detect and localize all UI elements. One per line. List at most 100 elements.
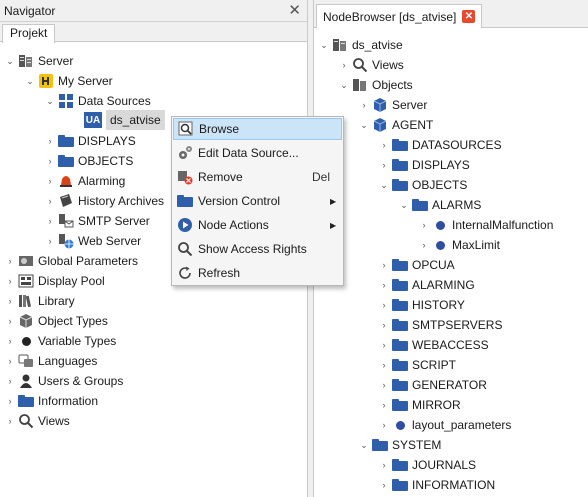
chevron-right-icon[interactable]: ›: [378, 415, 390, 435]
nb-item-objects[interactable]: ⌄ Objects: [338, 75, 412, 95]
chevron-right-icon[interactable]: ›: [378, 335, 390, 355]
nb-item-opcua[interactable]: › OPCUA: [378, 255, 455, 275]
chevron-right-icon[interactable]: ›: [378, 355, 390, 375]
chevron-right-icon[interactable]: ›: [358, 95, 370, 115]
chevron-down-icon[interactable]: ⌄: [318, 35, 330, 55]
nb-item-system[interactable]: ⌄ SYSTEM: [358, 435, 441, 455]
chevron-right-icon[interactable]: ›: [378, 135, 390, 155]
nb-item-displays[interactable]: › DISPLAYS: [378, 155, 470, 175]
chevron-down-icon[interactable]: ⌄: [338, 75, 350, 95]
chevron-down-icon[interactable]: ⌄: [4, 51, 16, 71]
nb-item-maxlimit[interactable]: › MaxLimit: [418, 235, 501, 255]
nb-item-smtpservers[interactable]: › SMTPSERVERS: [378, 315, 503, 335]
chevron-right-icon[interactable]: ›: [378, 275, 390, 295]
menu-item-edit-data-source[interactable]: Edit Data Source...: [173, 142, 342, 164]
tree-item-web-server[interactable]: › Web Server: [44, 231, 141, 251]
chevron-right-icon[interactable]: ›: [44, 211, 56, 231]
nb-item-journals[interactable]: › JOURNALS: [378, 455, 477, 475]
tree-item-label: Web Server: [78, 234, 142, 248]
nb-item-information[interactable]: › INFORMATION: [378, 475, 496, 495]
chevron-right-icon[interactable]: ›: [418, 235, 430, 255]
chevron-right-icon[interactable]: ›: [4, 351, 16, 371]
chevron-right-icon[interactable]: ›: [4, 391, 16, 411]
nb-item-internal-malfunction[interactable]: › InternalMalfunction: [418, 215, 554, 235]
tree-item-alarming[interactable]: › Alarming: [44, 171, 126, 191]
chevron-right-icon[interactable]: ›: [378, 315, 390, 335]
nb-item-datasources[interactable]: › DATASOURCES: [378, 135, 502, 155]
menu-item-refresh[interactable]: Refresh: [173, 262, 342, 284]
information-folder-icon: [18, 393, 34, 409]
tab-projekt[interactable]: Projekt: [2, 24, 56, 43]
tree-item-library[interactable]: › Library: [4, 291, 75, 311]
nb-item-mirror[interactable]: › MIRROR: [378, 395, 461, 415]
nb-item-agent[interactable]: ⌄ AGENT: [358, 115, 433, 135]
chevron-right-icon[interactable]: ›: [44, 131, 56, 151]
chevron-right-icon[interactable]: ›: [4, 331, 16, 351]
chevron-right-icon[interactable]: ›: [4, 411, 16, 431]
nb-item-views[interactable]: › Views: [338, 55, 404, 75]
tree-item-label: MIRROR: [412, 398, 461, 412]
tree-item-ds-atvise[interactable]: UA ds_atvise: [84, 110, 165, 130]
tree-item-users-groups[interactable]: › Users & Groups: [4, 371, 123, 391]
chevron-down-icon[interactable]: ⌄: [44, 91, 56, 111]
chevron-right-icon[interactable]: ›: [4, 251, 16, 271]
folder-icon: [392, 477, 408, 493]
chevron-down-icon[interactable]: ⌄: [358, 435, 370, 455]
chevron-right-icon[interactable]: ›: [378, 475, 390, 495]
nb-item-ds-atvise[interactable]: ⌄ ds_atvise: [318, 35, 402, 55]
tree-item-my-server[interactable]: ⌄ My Server: [24, 71, 113, 91]
tree-item-variable-types[interactable]: › Variable Types: [4, 331, 117, 351]
chevron-right-icon[interactable]: ›: [44, 151, 56, 171]
chevron-right-icon[interactable]: ›: [44, 191, 56, 211]
chevron-right-icon[interactable]: ›: [44, 171, 56, 191]
chevron-right-icon[interactable]: ›: [4, 371, 16, 391]
menu-item-remove[interactable]: Remove Del: [173, 166, 342, 188]
tree-item-smtp-server[interactable]: › SMTP Server: [44, 211, 150, 231]
tree-item-information[interactable]: › Information: [4, 391, 99, 411]
chevron-right-icon[interactable]: ›: [4, 271, 16, 291]
close-icon[interactable]: ✕: [462, 10, 476, 23]
tree-item-display-pool[interactable]: › Display Pool: [4, 271, 105, 291]
nb-item-alarms[interactable]: ⌄ ALARMS: [398, 195, 481, 215]
tree-item-languages[interactable]: › Languages: [4, 351, 98, 371]
chevron-right-icon[interactable]: ›: [378, 255, 390, 275]
tree-item-label: Variable Types: [38, 334, 117, 348]
chevron-down-icon[interactable]: ⌄: [398, 195, 410, 215]
menu-item-show-access-rights[interactable]: Show Access Rights: [173, 238, 342, 260]
tree-item-views[interactable]: › Views: [4, 411, 70, 431]
chevron-right-icon[interactable]: ›: [418, 215, 430, 235]
chevron-right-icon[interactable]: ›: [378, 155, 390, 175]
tree-item-data-sources[interactable]: ⌄ Data Sources: [44, 91, 151, 111]
nb-item-webaccess[interactable]: › WEBACCESS: [378, 335, 489, 355]
nb-item-script[interactable]: › SCRIPT: [378, 355, 457, 375]
tab-node-browser[interactable]: NodeBrowser [ds_atvise] ✕: [316, 4, 483, 28]
chevron-right-icon[interactable]: ›: [44, 231, 56, 251]
chevron-down-icon[interactable]: ⌄: [358, 115, 370, 135]
chevron-down-icon[interactable]: ⌄: [24, 71, 36, 91]
chevron-right-icon[interactable]: ›: [338, 55, 350, 75]
tree-item-object-types[interactable]: › Object Types: [4, 311, 108, 331]
tree-item-history-archives[interactable]: › History Archives: [44, 191, 164, 211]
tree-item-global-parameters[interactable]: › Global Parameters: [4, 251, 139, 271]
nb-item-layout-parameters[interactable]: › layout_parameters: [378, 415, 512, 435]
chevron-right-icon[interactable]: ›: [378, 395, 390, 415]
chevron-right-icon[interactable]: ›: [4, 311, 16, 331]
nb-item-server[interactable]: › Server: [358, 95, 427, 115]
cube-icon: [372, 97, 388, 113]
menu-item-browse[interactable]: Browse: [173, 118, 342, 140]
chevron-right-icon[interactable]: ›: [378, 375, 390, 395]
menu-item-node-actions[interactable]: Node Actions ▶: [173, 214, 342, 236]
tree-item-objects[interactable]: › OBJECTS: [44, 151, 134, 171]
close-icon[interactable]: ✕: [288, 0, 301, 22]
tree-item-displays[interactable]: › DISPLAYS: [44, 131, 136, 151]
chevron-right-icon[interactable]: ›: [4, 291, 16, 311]
nb-item-history[interactable]: › HISTORY: [378, 295, 465, 315]
nb-item-alarming[interactable]: › ALARMING: [378, 275, 475, 295]
chevron-right-icon[interactable]: ›: [378, 295, 390, 315]
tree-item-server[interactable]: ⌄ Server: [4, 51, 73, 71]
chevron-right-icon[interactable]: ›: [378, 455, 390, 475]
menu-item-version-control[interactable]: Version Control ▶: [173, 190, 342, 212]
chevron-down-icon[interactable]: ⌄: [378, 175, 390, 195]
nb-item-objects-folder[interactable]: ⌄ OBJECTS: [378, 175, 467, 195]
nb-item-generator[interactable]: › GENERATOR: [378, 375, 487, 395]
